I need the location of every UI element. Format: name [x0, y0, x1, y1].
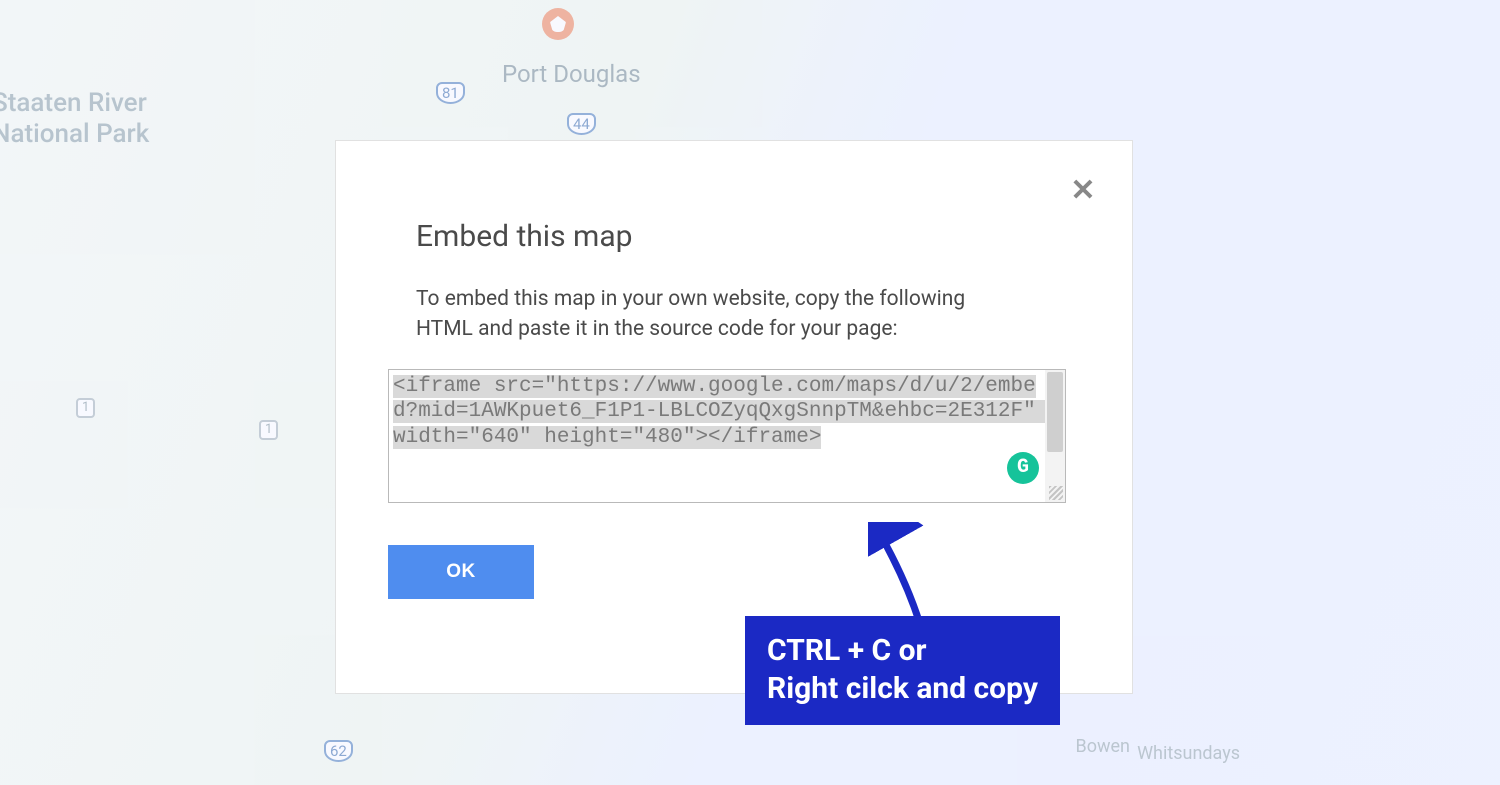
- close-icon: ✕: [1070, 173, 1095, 208]
- grammarly-icon[interactable]: G: [1007, 452, 1039, 484]
- embed-code-textarea[interactable]: <iframe src="https://www.google.com/maps…: [388, 369, 1066, 503]
- embed-code-selection: <iframe src="https://www.google.com/maps…: [393, 375, 1048, 449]
- highway-shield-81: 81: [436, 82, 465, 104]
- map-label-whitsundays: Whitsundays: [1137, 743, 1240, 765]
- scrollbar[interactable]: [1045, 370, 1065, 502]
- embed-map-dialog: ✕ Embed this map To embed this map in yo…: [336, 141, 1132, 693]
- route-shield-1: 1: [259, 420, 278, 440]
- map-label-park: Staaten River National Park: [0, 88, 149, 150]
- pin-icon: [542, 8, 574, 40]
- close-button[interactable]: ✕: [1068, 175, 1098, 205]
- map-label-port-douglas: Port Douglas: [502, 60, 641, 89]
- resize-handle-icon[interactable]: [1049, 486, 1063, 500]
- dialog-title: Embed this map: [416, 219, 1080, 254]
- highway-shield-62: 62: [324, 740, 353, 762]
- ok-button[interactable]: OK: [388, 545, 534, 599]
- route-shield-1: 1: [76, 398, 95, 418]
- scrollbar-thumb[interactable]: [1047, 372, 1063, 452]
- map-label-bowen: Bowen: [1076, 736, 1131, 758]
- annotation-callout: CTRL + C or Right cilck and copy: [745, 616, 1060, 725]
- dialog-description: To embed this map in your own website, c…: [416, 284, 1016, 345]
- highway-shield-44: 44: [567, 113, 596, 135]
